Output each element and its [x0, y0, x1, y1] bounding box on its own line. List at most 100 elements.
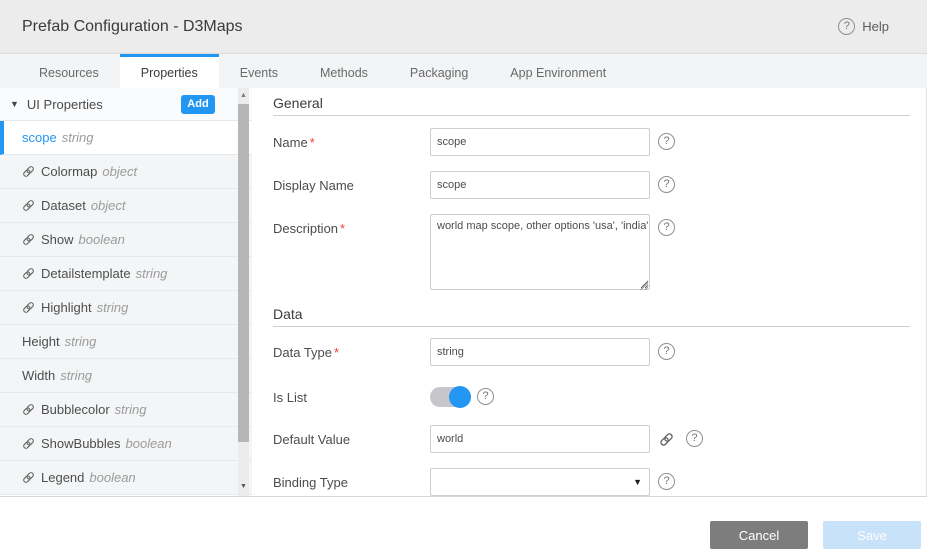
property-name: Colormap	[41, 164, 97, 179]
tab-bar: ResourcesPropertiesEventsMethodsPackagin…	[0, 53, 927, 88]
help-icon: ?	[838, 18, 855, 35]
collapse-arrow-icon[interactable]: ▼	[10, 99, 19, 109]
property-type: string	[60, 368, 92, 383]
tab-properties[interactable]: Properties	[120, 54, 219, 88]
property-type: boolean	[79, 232, 125, 247]
required-marker: *	[340, 221, 345, 236]
binding-type-label: Binding Type	[273, 468, 430, 490]
required-marker: *	[334, 345, 339, 360]
dialog-header: Prefab Configuration - D3Maps ? Help	[0, 0, 927, 53]
property-list-item[interactable]: Height string	[0, 325, 252, 359]
property-name: Highlight	[41, 300, 92, 315]
display-name-input[interactable]	[430, 171, 650, 199]
scroll-down-icon[interactable]: ▼	[238, 480, 249, 493]
property-form: General Name* ? Display Name* ? Descript…	[252, 88, 927, 496]
description-label: Description*	[273, 214, 430, 236]
property-list-item[interactable]: Legend boolean	[0, 461, 252, 495]
save-button[interactable]: Save	[823, 521, 921, 549]
section-data-title: Data	[273, 306, 910, 327]
scrollbar-thumb[interactable]	[238, 104, 249, 442]
name-label: Name*	[273, 128, 430, 150]
property-type: object	[102, 164, 137, 179]
is-list-label: Is List	[273, 383, 430, 405]
link-icon	[22, 437, 35, 450]
property-list-item[interactable]: ShowBubbles boolean	[0, 427, 252, 461]
description-help-icon[interactable]: ?	[658, 219, 675, 236]
property-name: Dataset	[41, 198, 86, 213]
property-name: Show	[41, 232, 74, 247]
field-row-description: Description* ?	[273, 214, 926, 293]
field-row-name: Name* ?	[273, 128, 926, 156]
property-type: boolean	[126, 436, 172, 451]
link-icon	[22, 165, 35, 178]
property-list-item[interactable]: scope string	[0, 121, 252, 155]
tab-resources[interactable]: Resources	[18, 54, 120, 88]
tab-methods[interactable]: Methods	[299, 54, 389, 88]
property-list-item[interactable]: Bubblecolor string	[0, 393, 252, 427]
property-type: boolean	[89, 470, 135, 485]
is-list-help-icon[interactable]: ?	[477, 388, 494, 405]
binding-type-select[interactable]: ▼	[430, 468, 650, 496]
property-name: Legend	[41, 470, 84, 485]
property-type: string	[65, 334, 97, 349]
tab-events[interactable]: Events	[219, 54, 299, 88]
data-type-label: Data Type*	[273, 338, 430, 360]
required-marker: *	[310, 135, 315, 150]
page-title: Prefab Configuration - D3Maps	[22, 18, 838, 36]
properties-sidebar: ▼ UI Properties Add scopestringColormapo…	[0, 88, 252, 496]
dialog-footer: Cancel Save	[0, 497, 927, 555]
field-row-default-value: Default Value ?	[273, 425, 926, 453]
property-name: Width	[22, 368, 55, 383]
property-list-item[interactable]: Highlightstring	[0, 291, 252, 325]
property-type: string	[62, 130, 94, 145]
link-icon	[22, 403, 35, 416]
help-button[interactable]: ? Help	[838, 18, 889, 35]
default-value-input[interactable]	[430, 425, 650, 453]
property-list-item[interactable]: Detailstemplate string	[0, 257, 252, 291]
add-property-button[interactable]: Add	[181, 95, 215, 114]
scroll-up-icon[interactable]: ▲	[238, 89, 249, 102]
field-row-binding-type: Binding Type ▼ ?	[273, 468, 926, 496]
link-icon	[22, 199, 35, 212]
data-type-input[interactable]	[430, 338, 650, 366]
prefab-configuration-dialog: Prefab Configuration - D3Maps ? Help Res…	[0, 0, 927, 555]
property-type: object	[91, 198, 126, 213]
property-type: string	[136, 266, 168, 281]
toggle-knob	[449, 386, 471, 408]
sidebar-scrollbar[interactable]: ▲ ▼	[238, 88, 249, 496]
bind-link-icon[interactable]	[659, 432, 674, 447]
field-row-display-name: Display Name* ?	[273, 171, 926, 199]
link-icon	[22, 471, 35, 484]
display-name-help-icon[interactable]: ?	[658, 176, 675, 193]
property-name: Height	[22, 334, 60, 349]
property-list: scope string Colormap object Dataset object Sh…	[0, 121, 252, 495]
binding-type-help-icon[interactable]: ?	[658, 473, 675, 490]
tab-packaging[interactable]: Packaging	[389, 54, 489, 88]
link-icon	[22, 233, 35, 246]
field-row-data-type: Data Type* ?	[273, 338, 926, 366]
is-list-toggle[interactable]	[430, 387, 470, 407]
property-name: scope	[22, 130, 57, 145]
property-list-item[interactable]: Dataset object	[0, 189, 252, 223]
property-list-item[interactable]: Colormap object	[0, 155, 252, 189]
property-list-item[interactable]: Width string	[0, 359, 252, 393]
data-type-help-icon[interactable]: ?	[658, 343, 675, 360]
property-name: ShowBubbles	[41, 436, 121, 451]
name-help-icon[interactable]: ?	[658, 133, 675, 150]
property-name: Detailstemplate	[41, 266, 131, 281]
section-general-title: General	[273, 95, 910, 116]
link-icon	[22, 301, 35, 314]
property-list-item[interactable]: Show boolean	[0, 223, 252, 257]
field-row-is-list: Is List ?	[273, 383, 926, 407]
dialog-body: ▼ UI Properties Add scopestringColormapo…	[0, 88, 927, 497]
name-input[interactable]	[430, 128, 650, 156]
property-type: string	[115, 402, 147, 417]
dropdown-arrow-icon: ▼	[633, 477, 642, 487]
display-name-label: Display Name*	[273, 171, 430, 193]
default-value-help-icon[interactable]: ?	[686, 430, 703, 447]
property-name: Bubblecolor	[41, 402, 110, 417]
description-textarea[interactable]	[430, 214, 650, 290]
cancel-button[interactable]: Cancel	[710, 521, 808, 549]
help-label: Help	[862, 19, 889, 34]
tab-app-environment[interactable]: App Environment	[489, 54, 627, 88]
